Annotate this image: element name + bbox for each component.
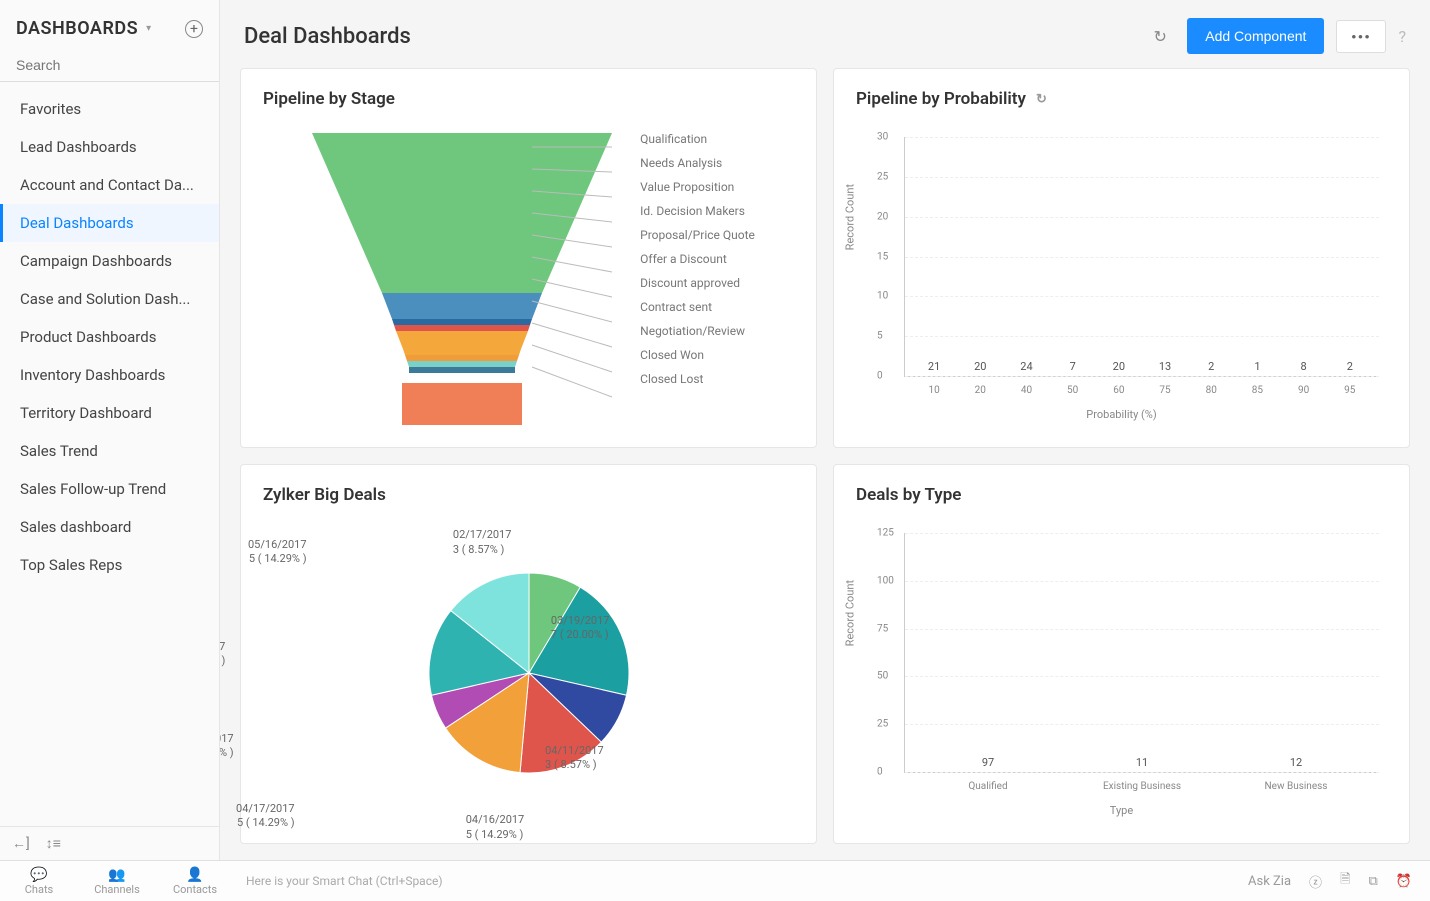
sidebar-item[interactable]: Campaign Dashboards: [0, 242, 219, 280]
add-component-button[interactable]: Add Component: [1187, 18, 1324, 54]
sidebar-item[interactable]: Account and Contact Da...: [0, 166, 219, 204]
ask-zia-button[interactable]: Ask Zia: [1248, 874, 1291, 889]
pie-label: 04/16/20175 ( 14.29% ): [466, 813, 525, 842]
sidebar-item[interactable]: Sales Follow-up Trend: [0, 470, 219, 508]
legend-item: Value Proposition: [640, 175, 755, 199]
pie-label: 02/17/20173 ( 8.57% ): [453, 528, 512, 557]
zia-icon[interactable]: ⓩ: [1309, 872, 1322, 891]
channels-icon: 👥: [108, 867, 125, 883]
card-deals-type: Deals by Type Record Count02550751001259…: [833, 464, 1410, 844]
sidebar-item[interactable]: Lead Dashboards: [0, 128, 219, 166]
legend-item: Qualification: [640, 127, 755, 151]
card-pipeline-stage: Pipeline by Stage QualificationNeeds Ana…: [240, 68, 817, 448]
pie-label: 03/19/20177 ( 20.00% ): [551, 614, 610, 643]
legend-item: Needs Analysis: [640, 151, 755, 175]
funnel-chart: [302, 127, 622, 427]
card-big-deals: Zylker Big Deals 02/17/20173 ( 8.57% ) 03…: [240, 464, 817, 844]
card-title: Pipeline by Stage: [263, 89, 794, 109]
legend-item: Closed Won: [640, 343, 755, 367]
card-title: Pipeline by Probability ↻: [856, 89, 1387, 109]
legend-item: Id. Decision Makers: [640, 199, 755, 223]
chevron-down-icon[interactable]: ▾: [146, 23, 151, 34]
sidebar: DASHBOARDS ▾ + FavoritesLead DashboardsA…: [0, 0, 220, 860]
refresh-icon[interactable]: ↻: [1145, 21, 1175, 51]
sidebar-item[interactable]: Case and Solution Dash...: [0, 280, 219, 318]
footer-channels[interactable]: 👥Channels: [78, 864, 156, 899]
type-bar-chart: Record Count025507510012597Qualified11Ex…: [856, 523, 1387, 823]
nav-list: FavoritesLead DashboardsAccount and Cont…: [0, 82, 219, 592]
pie-label: 04/23/20175 ( 14.29% ): [220, 640, 225, 669]
sidebar-item[interactable]: Sales Trend: [0, 432, 219, 470]
sidebar-title: DASHBOARDS: [16, 18, 138, 39]
card-pipeline-probability: Pipeline by Probability ↻ Record Count05…: [833, 68, 1410, 448]
pie-label: 04/11/20173 ( 8.57% ): [545, 744, 604, 773]
sidebar-item[interactable]: Sales dashboard: [0, 508, 219, 546]
more-button[interactable]: •••: [1336, 20, 1386, 53]
add-dashboard-button[interactable]: +: [185, 20, 203, 38]
sidebar-footer: ←] ↕≡: [0, 826, 219, 860]
sidebar-item[interactable]: Top Sales Reps: [0, 546, 219, 584]
funnel-legend: QualificationNeeds AnalysisValue Proposi…: [640, 127, 755, 391]
refresh-icon[interactable]: ↻: [1036, 92, 1047, 107]
footer: 💬Chats 👥Channels 👤Contacts Here is your …: [0, 860, 1430, 901]
collapse-icon[interactable]: ←]: [12, 835, 30, 852]
legend-item: Offer a Discount: [640, 247, 755, 271]
smart-chat-input[interactable]: Here is your Smart Chat (Ctrl+Space): [234, 874, 1248, 888]
footer-right: Ask Zia ⓩ 🗎 ⧉ ⏰: [1248, 870, 1430, 892]
topbar-actions: ↻ Add Component ••• ?: [1145, 18, 1406, 54]
pie-label: 04/17/20175 ( 14.29% ): [236, 802, 295, 831]
help-icon[interactable]: ?: [1398, 27, 1406, 46]
dashboard-grid: Pipeline by Stage QualificationNeeds Ana…: [220, 68, 1430, 860]
legend-item: Contract sent: [640, 295, 755, 319]
sidebar-item[interactable]: Product Dashboards: [0, 318, 219, 356]
legend-item: Negotiation/Review: [640, 319, 755, 343]
sidebar-item[interactable]: Territory Dashboard: [0, 394, 219, 432]
sidebar-item[interactable]: Deal Dashboards: [0, 204, 219, 242]
probability-bar-chart: Record Count0510152025302110202024407502…: [856, 127, 1387, 427]
topbar: Deal Dashboards ↻ Add Component ••• ?: [220, 0, 1430, 68]
sidebar-item[interactable]: Inventory Dashboards: [0, 356, 219, 394]
profile-icon[interactable]: ⧉: [1369, 874, 1378, 889]
pie-label: 05/16/20175 ( 14.29% ): [248, 538, 307, 567]
sidebar-item[interactable]: Favorites: [0, 90, 219, 128]
legend-item: Proposal/Price Quote: [640, 223, 755, 247]
contacts-icon: 👤: [186, 867, 203, 883]
doc-icon[interactable]: 🗎: [1340, 870, 1350, 892]
legend-item: Closed Lost: [640, 367, 755, 391]
card-title: Deals by Type: [856, 485, 1387, 505]
main: Deal Dashboards ↻ Add Component ••• ? Pi…: [220, 0, 1430, 860]
pie-svg: [399, 543, 659, 803]
clock-icon[interactable]: ⏰: [1396, 874, 1412, 889]
footer-contacts[interactable]: 👤Contacts: [156, 864, 234, 899]
pie-chart: 02/17/20173 ( 8.57% ) 03/19/20177 ( 20.00…: [263, 523, 794, 823]
search-input[interactable]: [0, 49, 219, 82]
chat-icon: 💬: [30, 867, 47, 883]
page-title: Deal Dashboards: [244, 24, 411, 49]
footer-chats[interactable]: 💬Chats: [0, 864, 78, 899]
legend-item: Discount approved: [640, 271, 755, 295]
sidebar-header: DASHBOARDS ▾ +: [0, 0, 219, 49]
pie-label: 04/18/20172 ( 5.71% ): [220, 732, 234, 761]
sort-icon[interactable]: ↕≡: [46, 835, 61, 852]
card-title: Zylker Big Deals: [263, 485, 794, 505]
